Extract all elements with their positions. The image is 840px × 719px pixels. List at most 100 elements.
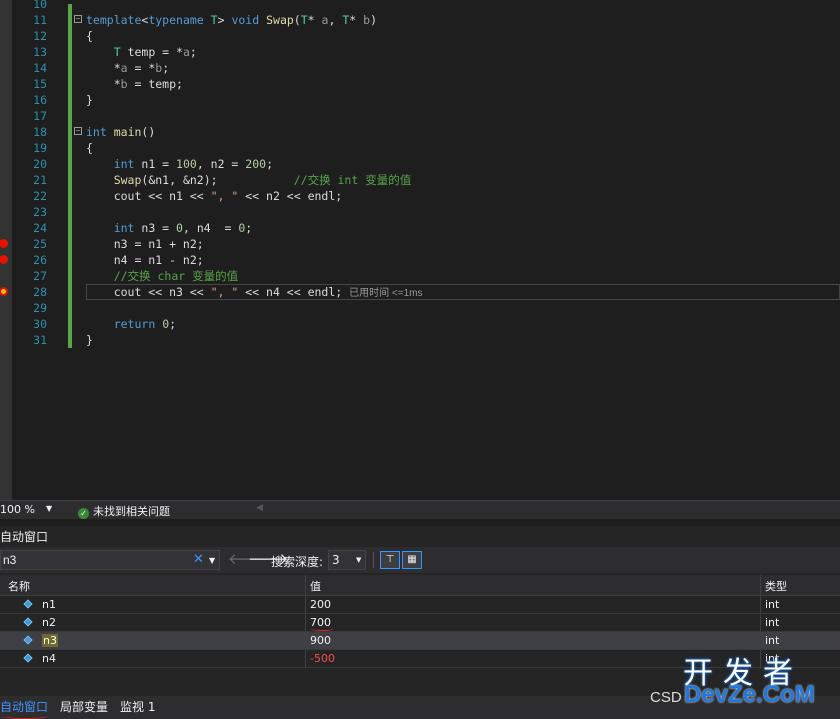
code-line[interactable]: 19 { [0,140,840,156]
issues-text: 未找到相关问题 [93,505,170,518]
column-divider [760,596,761,613]
code-line[interactable]: 22 cout << n1 << ", " << n2 << endl; [0,188,840,204]
line-number: 10 [33,0,47,11]
code-line[interactable]: 29 [0,300,840,316]
code-text: int main() [86,125,156,139]
code-text: *b = temp; [86,77,183,91]
toolbar-divider [373,552,374,568]
variable-value[interactable]: -500 [310,652,335,665]
line-number: 22 [33,189,47,203]
code-text: { [86,141,93,155]
chevron-down-icon: ▼ [356,556,362,564]
line-number: 26 [33,253,47,267]
column-divider[interactable] [760,575,761,595]
column-divider [305,650,306,667]
line-number: 13 [33,45,47,59]
code-line[interactable]: 23 [0,204,840,220]
search-box[interactable]: ✕ ▼ [0,550,220,570]
column-header-name[interactable]: 名称 [8,578,30,594]
collapse-icon[interactable]: − [74,15,82,23]
code-line[interactable]: 28 cout << n3 << ", " << n4 << endl; 已用时… [0,284,840,300]
code-text: *a = *b; [86,61,170,75]
zoom-level[interactable]: 100 % [0,503,35,516]
code-line[interactable]: 11 − template<typename T> void Swap(T* a, … [0,12,840,28]
code-line[interactable]: 21 Swap(&n1, &n2); //交换 int 变量的值 [0,172,840,188]
code-line[interactable]: 20 int n1 = 100, n2 = 200; [0,156,840,172]
watermark-logo-bottom: DevZe.CoM [684,681,815,708]
line-number: 24 [33,221,47,235]
code-editor[interactable]: 10 11− template<typename T> void Swap(T* a… [0,0,840,500]
close-icon[interactable]: ✕ [193,552,204,568]
table-row[interactable]: n2 700 int [0,614,840,632]
line-number: 14 [33,61,47,75]
line-number: 21 [33,173,47,187]
scroll-left-arrow-icon[interactable]: ◀ [256,503,263,513]
chevron-down-icon[interactable]: ▼ [46,504,52,513]
code-line[interactable]: 10 [0,0,840,12]
line-number: 20 [33,157,47,171]
search-depth-value: 3 [332,553,340,567]
tab-watch-1[interactable]: 监视 1 [120,698,155,715]
variable-value[interactable]: 900 [310,634,331,647]
code-text: { [86,29,93,43]
code-line[interactable]: 15 *b = temp; [0,76,840,92]
code-text: int n3 = 0, n4 = 0; [113,221,253,235]
code-text: cout << n1 << ", " << n2 << endl; [86,189,343,203]
code-text: Swap(&n1, &n2); //交换 int 变量的值 [113,173,412,187]
line-number: 16 [33,93,47,107]
code-line[interactable]: 14 *a = *b; [0,60,840,76]
column-divider [760,614,761,631]
line-number: 23 [33,205,47,219]
column-header-type[interactable]: 类型 [765,578,787,594]
code-line[interactable]: 24 int n3 = 0, n4 = 0; [0,220,840,236]
code-text: } [86,93,93,107]
column-divider[interactable] [305,575,306,595]
variable-icon [23,653,33,663]
line-number: 12 [33,29,47,43]
editor-status-strip: 100 % ▼ ✓ 未找到相关问题 ◀ [0,500,840,519]
code-text: //交换 char 变量的值 [113,269,239,283]
breakpoint-icon[interactable] [0,239,8,248]
issues-indicator[interactable]: ✓ 未找到相关问题 [78,503,170,519]
column-header-value[interactable]: 值 [310,578,321,594]
code-text: return 0; [113,317,177,331]
filter-pin-icon[interactable]: ⊤ [380,551,400,569]
column-divider [305,632,306,649]
code-text: int n1 = 100, n2 = 200; [113,157,273,171]
code-line[interactable]: 12 { [0,28,840,44]
line-number: 18 [33,125,47,139]
hex-view-icon[interactable]: ▦ [402,551,422,569]
line-number: 29 [33,301,47,315]
code-line[interactable]: 25 n3 = n1 + n2; [0,236,840,252]
code-line[interactable]: 27 //交换 char 变量的值 [0,268,840,284]
code-text: n3 = n1 + n2; [86,237,204,251]
code-line[interactable]: 17 [0,108,840,124]
variable-value[interactable]: 200 [310,598,331,611]
column-divider [305,596,306,613]
code-lines: 10 11− template<typename T> void Swap(T* a… [0,0,840,348]
code-text: T temp = *a; [113,45,197,59]
line-number: 19 [33,141,47,155]
variable-type: int [765,616,780,629]
collapse-icon[interactable]: − [74,127,82,135]
code-line[interactable]: 30 return 0; [0,316,840,332]
breakpoint-icon[interactable] [0,255,8,264]
table-row[interactable]: n1 200 int [0,596,840,614]
current-statement-breakpoint-icon[interactable] [0,287,8,296]
search-depth-select[interactable]: 3 ▼ [328,550,366,570]
code-line[interactable]: 26 n4 = n1 - n2; [0,252,840,268]
watermark-csd: CSD [650,689,682,706]
search-input[interactable] [3,552,183,568]
code-line[interactable]: 16} [0,92,840,108]
variable-name: n1 [42,598,56,611]
code-line[interactable]: 31} [0,332,840,348]
line-number: 31 [33,333,47,347]
line-number: 25 [33,237,47,251]
code-line[interactable]: 13 T temp = *a; [0,44,840,60]
code-line[interactable]: 18 − int main() [0,124,840,140]
grid-header: 名称 值 类型 [0,575,840,596]
annotation-underline [2,713,48,719]
tab-locals[interactable]: 局部变量 [60,698,108,715]
variable-name: n3 [42,634,58,647]
chevron-down-icon[interactable]: ▼ [209,553,215,569]
